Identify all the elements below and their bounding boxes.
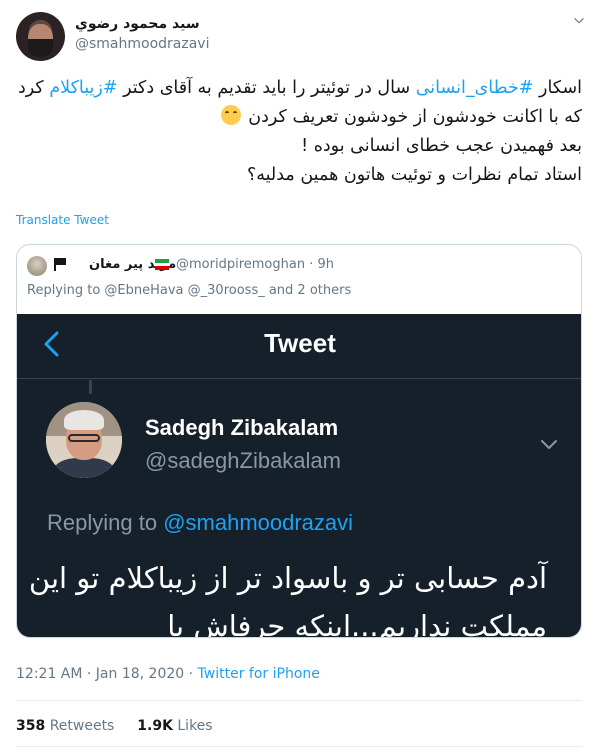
divider: [16, 746, 582, 747]
iran-flag-icon: [155, 259, 169, 271]
tweet-timestamp[interactable]: 12:21 AM · Jan 18, 2020: [16, 666, 184, 682]
chevron-down-icon: [541, 440, 557, 449]
author-handle[interactable]: @smahmoodrazavi: [75, 36, 209, 52]
screenshot-mention: @smahmoodrazavi: [163, 510, 354, 535]
likes-label: Likes: [177, 718, 213, 734]
tweet-card: سید محمود رضوي @smahmoodrazavi اسکار #خط…: [0, 0, 600, 753]
tweet-source-link[interactable]: Twitter for iPhone: [198, 666, 320, 682]
retweets-count: 358: [16, 718, 46, 734]
tweet-meta: 12:21 AM · Jan 18, 2020 · Twitter for iP…: [16, 666, 320, 682]
black-flag-icon: [54, 258, 66, 271]
author-display-name[interactable]: سید محمود رضوي: [75, 16, 215, 32]
laughing-emoji-icon: [220, 105, 241, 125]
thread-line: [89, 380, 92, 394]
avatar-beard: [28, 39, 53, 57]
author-avatar[interactable]: [16, 12, 65, 61]
screenshot-divider: [17, 378, 581, 379]
screenshot-author-name: Sadegh Zibakalam: [145, 415, 339, 440]
hashtag-link[interactable]: #زیباکلام: [49, 78, 117, 98]
tweet-text-part: اسکار: [533, 78, 582, 98]
divider: [16, 700, 582, 701]
tweet-text: اسکار #خطای_انسانی سال در توئیتر را باید…: [16, 74, 582, 190]
likes-stat[interactable]: 1.9K Likes: [137, 718, 212, 734]
tweet-text-line-3: استاد تمام نظرات و توئیت هاتون همین مدلی…: [246, 165, 582, 185]
screenshot-header-title: Tweet: [264, 328, 336, 358]
translate-tweet-link[interactable]: Translate Tweet: [16, 213, 109, 227]
screenshot-replying-to: Replying to @smahmoodrazavi: [47, 510, 354, 535]
quoted-author-avatar: [27, 256, 47, 276]
screenshot-author-handle: @sadeghZibakalam: [145, 448, 341, 473]
chevron-down-icon[interactable]: [572, 14, 586, 28]
screenshot-author-avatar: [46, 402, 122, 478]
screenshot-tweet-text: آدم حسابی تر و باسواد تر از زیباکلام تو …: [28, 561, 547, 638]
retweets-stat[interactable]: 358 Retweets: [16, 718, 114, 734]
embedded-screenshot: Tweet Sadegh Zibakalam @sadeghZibakalam …: [17, 314, 581, 638]
likes-count: 1.9K: [137, 718, 173, 734]
meta-separator: ·: [184, 666, 198, 682]
quoted-tweet[interactable]: مرید پیر مغان @moridpiremoghan · 9h Repl…: [16, 244, 582, 638]
quoted-replying-to: Replying to @EbneHava @_30rooss_ and 2 o…: [27, 283, 352, 298]
hashtag-link[interactable]: #خطای_انسانی: [416, 78, 534, 98]
quoted-handle-time: @moridpiremoghan · 9h: [176, 257, 334, 272]
tweet-text-line-2: بعد فهمیدن عجب خطای انسانی بوده !: [301, 136, 582, 156]
retweets-label: Retweets: [49, 718, 115, 734]
tweet-stats: 358 Retweets 1.9K Likes: [16, 718, 213, 734]
tweet-text-part: سال در توئیتر را باید تقدیم به آقای دکتر: [117, 78, 416, 98]
